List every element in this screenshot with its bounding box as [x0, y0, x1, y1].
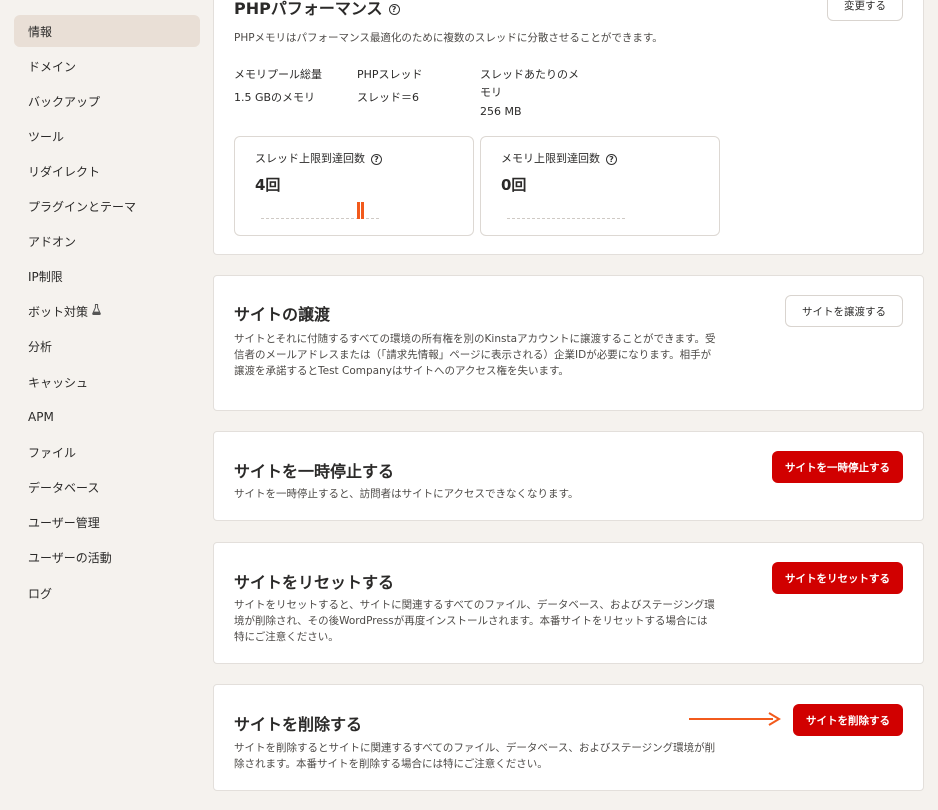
sidebar-item-user-management[interactable]: ユーザー管理 — [14, 506, 200, 538]
transfer-site-description: サイトとそれに付随するすべての環境の所有権を別のKinstaアカウントに譲渡する… — [234, 333, 716, 377]
delete-site-title: サイトを削除する — [234, 715, 363, 734]
transfer-site-title: サイトの譲渡 — [234, 305, 331, 324]
sidebar-item-files[interactable]: ファイル — [14, 436, 200, 468]
change-php-button[interactable]: 変更する — [827, 0, 903, 21]
flask-icon — [92, 304, 101, 318]
thread-limit-value: 4回 — [255, 176, 281, 194]
reset-site-title: サイトをリセットする — [234, 573, 395, 592]
memory-per-thread-value: 256 MB — [480, 105, 522, 118]
memory-pool-value: 1.5 GBのメモリ — [234, 91, 316, 104]
memory-limit-box: メモリ上限到達回数? 0回 — [480, 136, 720, 236]
sparkline-baseline — [507, 218, 625, 219]
sidebar-item-plugins-themes[interactable]: プラグインとテーマ — [14, 190, 200, 222]
sidebar-item-ip-deny[interactable]: IP制限 — [14, 260, 200, 292]
sidebar-item-bot-protection[interactable]: ボット対策 — [14, 295, 200, 327]
sidebar: 情報 ドメイン バックアップ ツール リダイレクト プラグインとテーマ アドオン… — [0, 0, 213, 810]
reset-site-description: サイトをリセットすると、サイトに関連するすべてのファイル、データベース、およびス… — [234, 599, 715, 643]
sidebar-item-info[interactable]: 情報 — [14, 15, 200, 47]
delete-site-button[interactable]: サイトを削除する — [793, 704, 903, 736]
pause-site-title: サイトを一時停止する — [234, 462, 395, 481]
sidebar-item-database[interactable]: データベース — [14, 471, 200, 503]
sidebar-item-logs[interactable]: ログ — [14, 577, 200, 609]
transfer-site-card: サイトの譲渡 サイトを譲渡する サイトとそれに付随するすべての環境の所有権を別の… — [213, 275, 924, 411]
sidebar-item-backups[interactable]: バックアップ — [14, 85, 200, 117]
sidebar-item-tools[interactable]: ツール — [14, 120, 200, 152]
thread-limit-box: スレッド上限到達回数? 4回 — [234, 136, 474, 236]
sidebar-item-domains[interactable]: ドメイン — [14, 50, 200, 82]
thread-limit-title: スレッド上限到達回数? — [255, 150, 382, 166]
sidebar-item-cache[interactable]: キャッシュ — [14, 366, 200, 398]
sidebar-item-user-activity[interactable]: ユーザーの活動 — [14, 541, 200, 573]
sidebar-item-redirects[interactable]: リダイレクト — [14, 155, 200, 187]
pause-site-description: サイトを一時停止すると、訪問者はサイトにアクセスできなくなります。 — [234, 488, 579, 500]
sidebar-item-analytics[interactable]: 分析 — [14, 330, 200, 362]
sparkline-bar — [361, 202, 364, 219]
arrow-right-icon — [689, 712, 781, 726]
php-threads-value: スレッド＝6 — [357, 91, 419, 104]
pause-site-card: サイトを一時停止する サイトを一時停止する サイトを一時停止すると、訪問者はサイ… — [213, 431, 924, 521]
reset-site-button[interactable]: サイトをリセットする — [772, 562, 903, 594]
memory-per-thread-label: スレッドあたりのメ モリ — [480, 68, 579, 99]
sidebar-item-apm[interactable]: APM — [14, 401, 200, 433]
delete-site-description: サイトを削除するとサイトに関連するすべてのファイル、データベース、およびステージ… — [234, 742, 716, 770]
sidebar-item-addons[interactable]: アドオン — [14, 225, 200, 257]
reset-site-card: サイトをリセットする サイトをリセットする サイトをリセットすると、サイトに関連… — [213, 542, 924, 664]
php-description: PHPメモリはパフォーマンス最適化のために複数のスレッドに分散させることができま… — [234, 32, 663, 44]
help-icon[interactable]: ? — [371, 153, 382, 165]
memory-limit-value: 0回 — [501, 176, 527, 194]
php-threads-label: PHPスレッド — [357, 68, 423, 81]
help-icon[interactable]: ? — [606, 153, 617, 165]
pause-site-button[interactable]: サイトを一時停止する — [772, 451, 903, 483]
memory-limit-title: メモリ上限到達回数? — [501, 150, 617, 166]
delete-site-card: サイトを削除する サイトを削除する サイトを削除するとサイトに関連するすべてのフ… — [213, 684, 924, 791]
transfer-site-button[interactable]: サイトを譲渡する — [785, 295, 903, 327]
php-performance-card: PHPパフォーマンス? 変更する PHPメモリはパフォーマンス最適化のために複数… — [213, 0, 924, 255]
sparkline-bar — [357, 202, 360, 219]
php-performance-title: PHPパフォーマンス? — [234, 0, 400, 19]
help-icon[interactable]: ? — [388, 4, 400, 15]
memory-pool-label: メモリプール総量 — [234, 68, 322, 81]
